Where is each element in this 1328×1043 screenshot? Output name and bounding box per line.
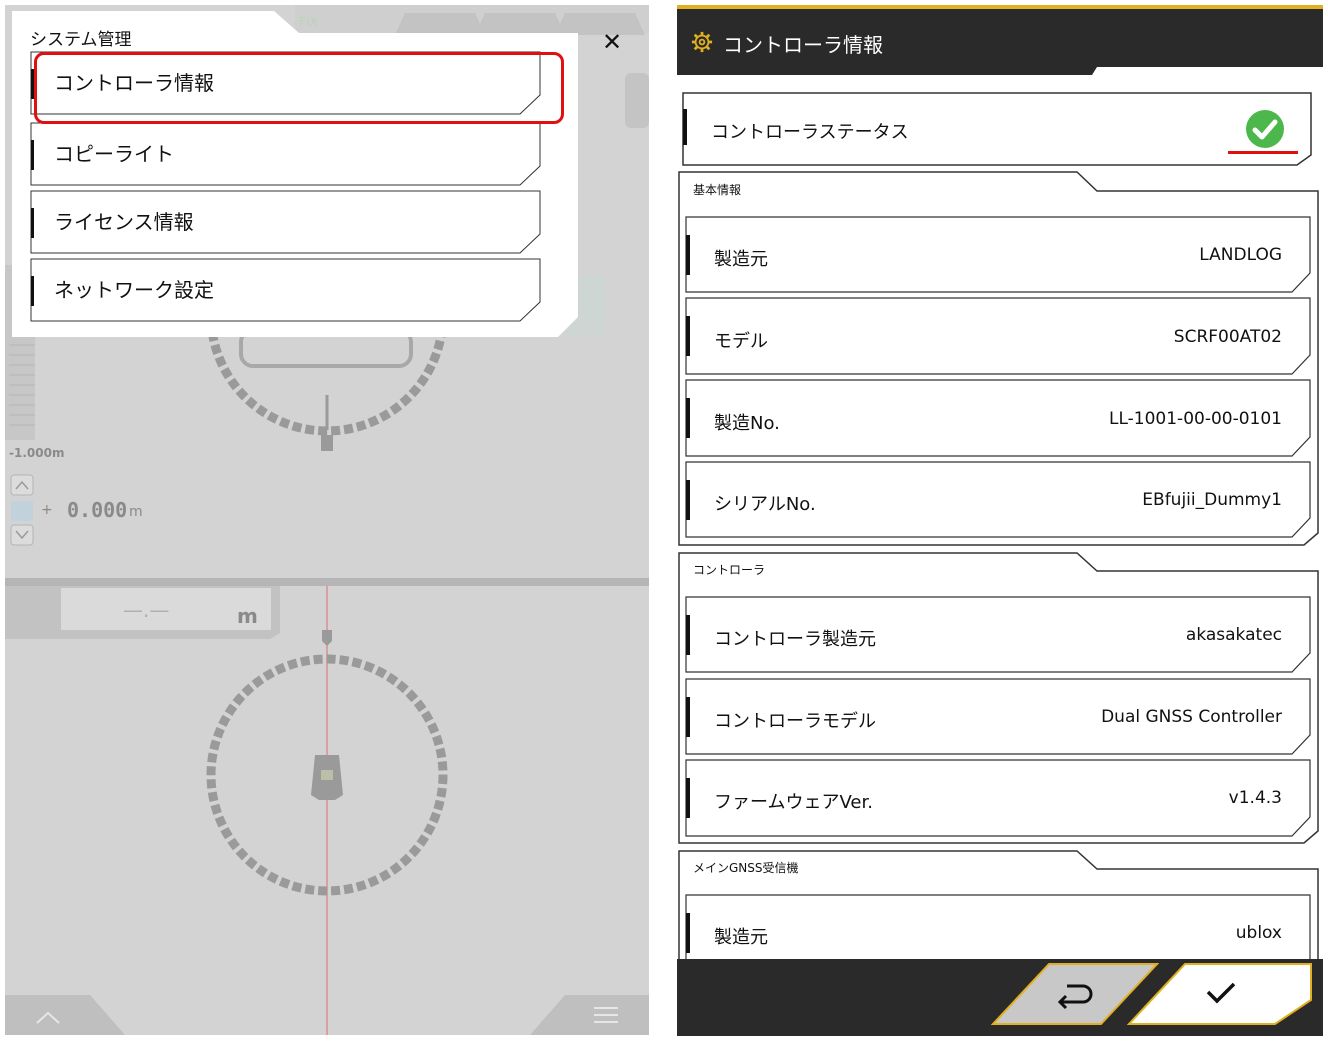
- row-value: akasakatec: [1185, 625, 1282, 645]
- footer-bar: [677, 959, 1323, 1036]
- row-value: SCRF00AT02: [1173, 327, 1282, 347]
- controller-info-screen: コントローラ情報 コントローラステータス 基本情報 コントローラ メインGNSS…: [677, 5, 1323, 1036]
- offset-sign: +: [41, 502, 53, 518]
- offset-unit: m: [129, 504, 143, 520]
- row-label: 製造元: [714, 249, 768, 270]
- content-frames: [677, 67, 1323, 966]
- close-button[interactable]: ✕: [597, 27, 627, 57]
- controller-status-label: コントローラステータス: [711, 122, 909, 143]
- confirm-button[interactable]: [1125, 962, 1315, 1028]
- section-title-main-gnss: メインGNSS受信機: [693, 861, 799, 875]
- row-label: 製造No.: [714, 413, 780, 434]
- menu-item-label: ライセンス情報: [54, 210, 194, 234]
- row-value: Dual GNSS Controller: [1101, 707, 1282, 727]
- section-title-basic-info: 基本情報: [693, 183, 742, 197]
- menu-item-label: ネットワーク設定: [54, 278, 214, 302]
- row-label: ファームウェアVer.: [714, 792, 873, 813]
- return-icon: [1057, 984, 1093, 1010]
- check-icon: [1206, 982, 1236, 1004]
- system-menu-dialog: システム管理 コントローラ情報 コピーライト ライセンス情報 ネットワーク設定: [12, 11, 578, 337]
- row-label: モデル: [714, 331, 768, 352]
- row-value: v1.4.3: [1228, 788, 1282, 808]
- row-value: LL-1001-00-00-0101: [1109, 409, 1282, 429]
- row-label: シリアルNo.: [714, 494, 816, 515]
- distance-value: —.—: [123, 598, 170, 622]
- section-title-controller: コントローラ: [693, 563, 766, 577]
- menu-item-network-settings[interactable]: ネットワーク設定: [30, 258, 550, 322]
- row-label: 製造元: [714, 927, 768, 948]
- offset-value: 0.000: [67, 498, 128, 522]
- row-label: コントローラ製造元: [714, 629, 876, 650]
- menu-item-copyright[interactable]: コピーライト: [30, 122, 550, 186]
- distance-unit: m: [237, 604, 258, 628]
- menu-item-label: コピーライト: [54, 142, 174, 166]
- selection-highlight: [34, 52, 564, 124]
- menu-item-license-info[interactable]: ライセンス情報: [30, 190, 550, 254]
- row-value: ublox: [1235, 923, 1282, 943]
- row-label: コントローラモデル: [714, 711, 876, 732]
- check-circle-icon: [1246, 110, 1284, 148]
- map-screen: FIX -1.000m + 0.000 m —.— m システム管理 コントロー…: [5, 5, 649, 1035]
- row-value: LANDLOG: [1199, 245, 1282, 265]
- menu-title: システム管理: [30, 30, 132, 50]
- row-value: EBfujii_Dummy1: [1142, 490, 1282, 510]
- depth-label: -1.000m: [9, 446, 65, 460]
